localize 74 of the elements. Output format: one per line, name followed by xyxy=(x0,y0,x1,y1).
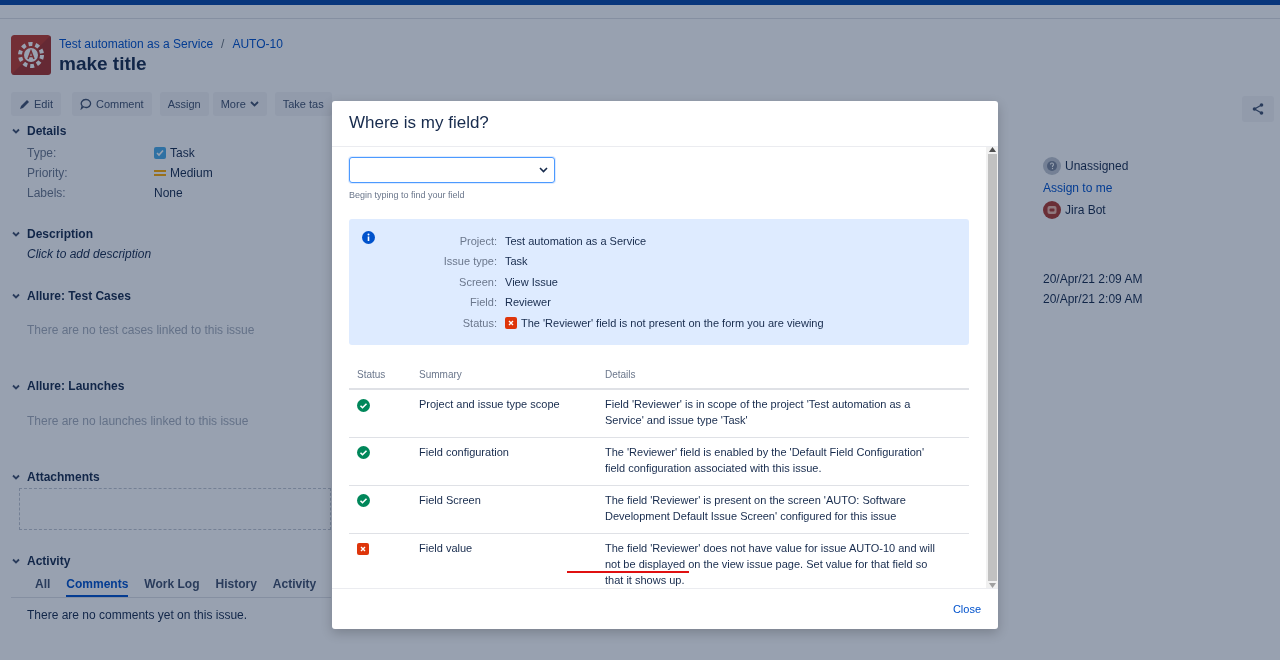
comment-icon xyxy=(79,98,92,111)
project-link[interactable]: Test automation as a Service xyxy=(59,35,214,53)
priority-icon xyxy=(154,168,166,177)
assign-to-me-link[interactable]: Assign to me xyxy=(1043,179,1113,197)
assignee-name: Unassigned xyxy=(1065,158,1129,175)
section-heading[interactable]: Details xyxy=(27,124,67,139)
scrollbar[interactable] xyxy=(986,147,998,588)
description-placeholder[interactable]: Click to add description xyxy=(11,245,331,264)
share-icon xyxy=(1252,103,1264,115)
section-heading[interactable]: Activity xyxy=(27,554,71,569)
field-value: None xyxy=(154,184,183,202)
info-label: Project: xyxy=(458,233,497,249)
issue-title: make title xyxy=(59,53,148,76)
field-hint: Begin typing to find your field xyxy=(349,189,466,202)
info-value: The 'Reviewer' field is not present on the form you are viewing xyxy=(521,315,824,331)
activity-tab[interactable]: Comments xyxy=(66,572,129,597)
activity-tab[interactable]: History xyxy=(215,572,257,597)
section-heading[interactable]: Allure: Test Cases xyxy=(27,289,131,304)
activity-tab[interactable]: Work Log xyxy=(144,572,200,597)
field-value: Task xyxy=(170,144,195,162)
activity-tab[interactable]: All xyxy=(35,572,51,597)
reporter-name: Jira Bot xyxy=(1065,202,1106,219)
pencil-icon xyxy=(19,98,30,110)
more-menu-button[interactable]: More xyxy=(212,91,267,117)
toolbar-button[interactable]: Edit xyxy=(11,91,61,117)
column-header: Status xyxy=(349,359,411,389)
table-cell: Project and issue type scope xyxy=(411,389,597,438)
info-label: Status: xyxy=(461,315,497,331)
table-cell: Field configuration xyxy=(411,437,597,486)
activity-tab[interactable]: Activity xyxy=(272,572,317,597)
issue-key-link[interactable]: AUTO-10 xyxy=(232,35,283,53)
field-label: Labels: xyxy=(27,184,67,202)
info-label: Field: xyxy=(469,295,497,310)
field-select[interactable] xyxy=(349,157,555,183)
project-avatar-icon xyxy=(11,35,51,76)
table-cell: The field 'Reviewer' does not have value for issue AUTO-10 and will not be displayed on the view issue page. Set value for that field so that it shows up. xyxy=(597,533,969,588)
table-cell: Field 'Reviewer' is in scope of the project 'Test automation as a Service' and issue type 'Task' xyxy=(597,389,969,438)
field-label: Priority: xyxy=(27,164,69,182)
toolbar-button[interactable]: Assign xyxy=(159,91,209,117)
scroll-down-icon[interactable] xyxy=(988,583,996,588)
empty-message: There are no comments yet on this issue. xyxy=(26,606,249,624)
section-heading[interactable]: Attachments xyxy=(27,469,100,485)
unknown-user-icon xyxy=(1043,157,1061,175)
column-header: Summary xyxy=(411,359,597,389)
error-icon xyxy=(505,316,517,329)
toolbar-button[interactable]: Comment xyxy=(71,91,152,117)
section-heading[interactable]: Description xyxy=(27,226,93,242)
date-value: 20/Apr/21 2:09 AM xyxy=(1043,271,1144,288)
breadcrumb-separator: / xyxy=(221,36,225,53)
info-label: Issue type: xyxy=(442,254,497,269)
caret-icon xyxy=(249,101,259,108)
scroll-up-icon[interactable] xyxy=(988,147,996,152)
info-icon xyxy=(362,230,375,244)
info-value: Reviewer xyxy=(505,295,551,310)
dialog-title: Where is my field? xyxy=(349,113,489,134)
attachments-dropzone[interactable] xyxy=(19,488,331,531)
info-value: View Issue xyxy=(505,274,558,290)
table-cell: The field 'Reviewer' is present on the screen 'AUTO: Software Development Default Issue Screen' configured for this issue xyxy=(597,485,969,534)
info-value: Task xyxy=(505,254,528,269)
toolbar-button[interactable]: Take tas xyxy=(274,91,332,117)
info-value: Test automation as a Service xyxy=(505,233,647,249)
field-label: Type: xyxy=(27,144,58,162)
column-header: Details xyxy=(597,359,969,389)
close-link[interactable]: Close xyxy=(952,600,981,618)
section-heading[interactable]: Allure: Launches xyxy=(27,379,125,394)
user-avatar-icon xyxy=(1043,201,1061,219)
info-label: Screen: xyxy=(458,274,497,290)
field-value: Medium xyxy=(170,164,213,182)
table-cell: The 'Reviewer' field is enabled by the 'Default Field Configuration' field configuration associated with this issue. xyxy=(597,437,969,486)
date-value: 20/Apr/21 2:09 AM xyxy=(1043,291,1144,308)
table-cell: Field Screen xyxy=(411,485,597,534)
dropdown-caret-icon xyxy=(539,167,548,173)
share-button[interactable] xyxy=(1242,96,1274,122)
checkbox-icon xyxy=(154,146,166,159)
